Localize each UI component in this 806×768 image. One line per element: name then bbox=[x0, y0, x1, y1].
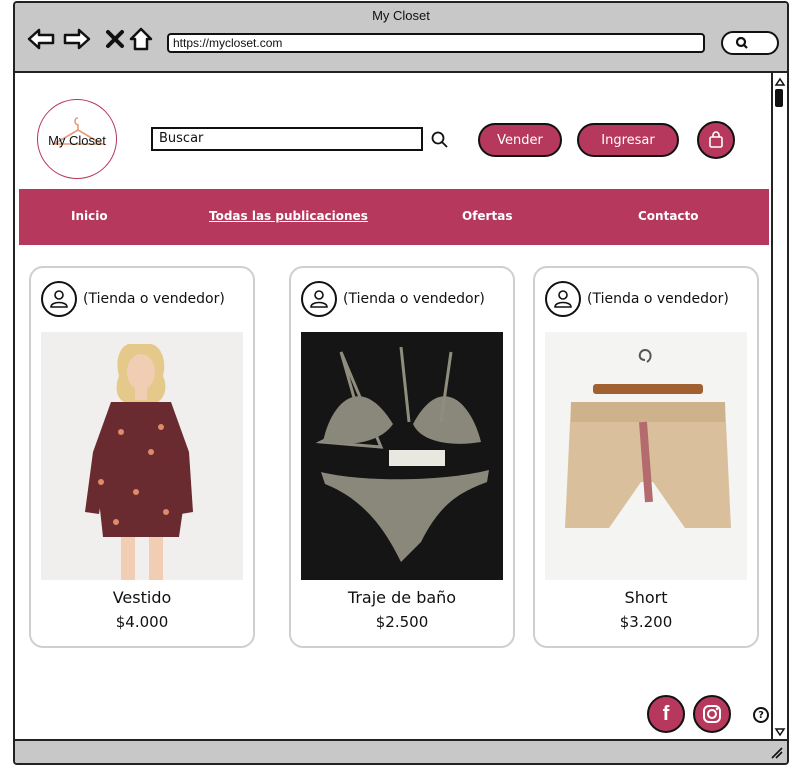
product-name: Traje de baño bbox=[347, 588, 457, 607]
back-icon[interactable] bbox=[27, 25, 55, 53]
scrollbar-thumb[interactable] bbox=[775, 89, 783, 107]
nav-item-inicio[interactable]: Inicio bbox=[71, 209, 108, 223]
seller-info[interactable]: (Tienda o vendedor) bbox=[301, 281, 485, 317]
nav-item-ofertas[interactable]: Ofertas bbox=[462, 209, 512, 223]
help-icon[interactable]: ? bbox=[753, 707, 769, 723]
seller-name: (Tienda o vendedor) bbox=[587, 291, 729, 307]
seller-name: (Tienda o vendedor) bbox=[83, 291, 225, 307]
nav-item-contacto[interactable]: Contacto bbox=[638, 209, 699, 223]
product-image[interactable] bbox=[545, 332, 747, 580]
user-icon bbox=[545, 281, 581, 317]
shopping-bag-icon bbox=[709, 131, 723, 148]
browser-search-box[interactable] bbox=[721, 31, 779, 55]
user-icon bbox=[301, 281, 337, 317]
nav-item-todas[interactable]: Todas las publicaciones bbox=[209, 209, 368, 223]
address-bar[interactable]: https://mycloset.com bbox=[167, 33, 705, 53]
product-name: Short bbox=[624, 588, 668, 607]
product-card[interactable]: (Tienda o vendedor) Vestido $4.000 bbox=[29, 266, 255, 648]
main-nav: Inicio Todas las publicaciones Ofertas C… bbox=[19, 189, 769, 245]
browser-window: My Closet https://mycloset.com My Closet… bbox=[13, 1, 789, 765]
browser-titlebar: My Closet https://mycloset.com bbox=[15, 3, 787, 73]
home-icon[interactable] bbox=[127, 25, 155, 53]
forward-icon[interactable] bbox=[63, 25, 91, 53]
instagram-icon[interactable] bbox=[693, 695, 731, 733]
seller-info[interactable]: (Tienda o vendedor) bbox=[41, 281, 225, 317]
sell-button[interactable]: Vender bbox=[478, 123, 562, 157]
seller-name: (Tienda o vendedor) bbox=[343, 291, 485, 307]
resize-handle-icon[interactable] bbox=[769, 745, 783, 759]
scroll-down-icon[interactable] bbox=[773, 725, 787, 739]
product-image[interactable] bbox=[41, 332, 243, 580]
product-price: $3.200 bbox=[619, 613, 673, 631]
logo[interactable]: My Closet bbox=[37, 99, 117, 179]
product-price: $4.000 bbox=[115, 613, 169, 631]
browser-status-bar bbox=[15, 739, 787, 763]
scroll-up-icon[interactable] bbox=[773, 75, 787, 89]
close-tab-icon[interactable] bbox=[101, 25, 129, 53]
window-title: My Closet bbox=[372, 8, 430, 23]
vertical-scrollbar[interactable] bbox=[771, 73, 787, 743]
user-icon bbox=[41, 281, 77, 317]
search-input[interactable]: Buscar bbox=[151, 127, 423, 151]
product-card[interactable]: (Tienda o vendedor) Short $3.200 bbox=[533, 266, 759, 648]
seller-info[interactable]: (Tienda o vendedor) bbox=[545, 281, 729, 317]
product-name: Vestido bbox=[112, 588, 172, 607]
search-icon[interactable] bbox=[431, 131, 449, 149]
cart-button[interactable] bbox=[697, 121, 735, 159]
product-image[interactable] bbox=[301, 332, 503, 580]
product-price: $2.500 bbox=[375, 613, 429, 631]
facebook-icon[interactable]: f bbox=[647, 695, 685, 733]
logo-text: My Closet bbox=[48, 132, 106, 148]
login-button[interactable]: Ingresar bbox=[577, 123, 679, 157]
search-icon bbox=[735, 36, 748, 49]
product-card[interactable]: (Tienda o vendedor) Traje de baño $2.500 bbox=[289, 266, 515, 648]
